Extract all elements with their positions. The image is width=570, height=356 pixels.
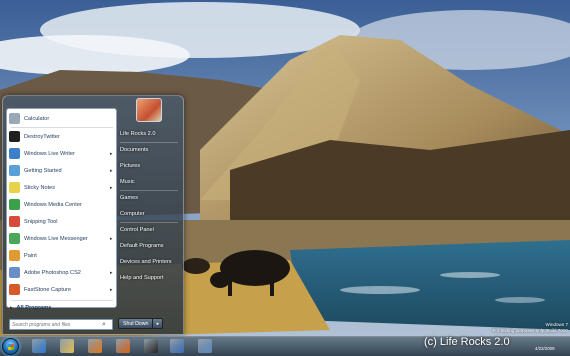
program-label: Windows Live Messenger [24, 235, 88, 242]
place-computer[interactable]: Computer [118, 207, 180, 221]
program-label: Sticky Notes [24, 184, 56, 191]
place-documents[interactable]: Documents [118, 143, 180, 157]
search-input[interactable] [12, 321, 102, 328]
media-player-icon[interactable] [88, 339, 102, 353]
destroytwitter-taskbar-icon[interactable] [144, 339, 158, 353]
copyright-watermark: (c) Life Rocks 2.0 [424, 336, 510, 348]
chevron-right-icon: ▸ [110, 286, 113, 293]
search-box[interactable]: ⌕ [9, 319, 113, 330]
programs-panel: Calculator DestroyTwitter Windows Live W… [6, 108, 117, 308]
program-adobe-photoshop-cs2[interactable]: Adobe Photoshop CS2 ▸ [9, 265, 115, 280]
user-picture[interactable] [136, 98, 162, 122]
chevron-right-icon: ▸ [110, 184, 113, 191]
place-user-folder[interactable]: Life Rocks 2.0 [118, 127, 180, 141]
ie-icon[interactable] [32, 339, 46, 353]
start-button[interactable] [2, 338, 19, 355]
program-windows-media-center[interactable]: Windows Media Center [9, 197, 115, 212]
place-music[interactable]: Music [118, 175, 180, 189]
program-label: Paint [24, 252, 37, 259]
divider [11, 127, 113, 128]
program-snipping-tool[interactable]: Snipping Tool [9, 214, 115, 229]
program-label: Windows Live Writer [24, 150, 75, 157]
program-destroytwitter[interactable]: DestroyTwitter [9, 129, 115, 144]
clock-date[interactable]: 4/22/2009 [535, 346, 555, 351]
place-help-and-support[interactable]: Help and Support [118, 271, 180, 285]
faststone-icon [9, 284, 20, 295]
program-label: Windows Media Center [24, 201, 82, 208]
program-label: Getting Started [24, 167, 62, 174]
snipping-tool-icon [9, 216, 20, 227]
program-label: DestroyTwitter [24, 133, 60, 140]
chevron-right-icon: ▸ [10, 305, 13, 311]
program-getting-started[interactable]: Getting Started ▸ [9, 163, 115, 178]
photoshop-icon [9, 267, 20, 278]
program-windows-live-writer[interactable]: Windows Live Writer ▸ [9, 146, 115, 161]
all-programs-button[interactable]: ▸ All Programs [10, 303, 114, 313]
build-watermark: Windows 7 For testing purposes only. Bui… [470, 322, 568, 334]
watermark-line: For testing purposes only. Build 7000 [492, 328, 568, 333]
place-devices-and-printers[interactable]: Devices and Printers [118, 255, 180, 269]
all-programs-label: All Programs [16, 305, 52, 311]
place-control-panel[interactable]: Control Panel [118, 223, 180, 237]
chevron-right-icon: ▸ [110, 235, 113, 242]
program-label: Adobe Photoshop CS2 [24, 269, 81, 276]
program-faststone-capture[interactable]: FastStone Capture ▸ [9, 282, 115, 297]
firefox-icon[interactable] [116, 339, 130, 353]
shutdown-button[interactable]: Shut Down [118, 318, 154, 329]
chevron-right-icon: ▸ [110, 269, 113, 276]
divider [11, 300, 113, 301]
messenger-icon [9, 233, 20, 244]
place-default-programs[interactable]: Default Programs [118, 239, 180, 253]
paint-icon [9, 250, 20, 261]
program-label: Snipping Tool [24, 218, 58, 225]
calculator-icon [9, 113, 20, 124]
chevron-right-icon: ▸ [110, 167, 113, 174]
search-icon[interactable]: ⌕ [102, 321, 106, 329]
paint-taskbar-icon[interactable] [198, 339, 212, 353]
media-center-icon [9, 199, 20, 210]
destroytwitter-icon [9, 131, 20, 142]
getting-started-icon [9, 165, 20, 176]
program-calculator[interactable]: Calculator [9, 111, 115, 126]
program-label: FastStone Capture [24, 286, 71, 293]
program-sticky-notes[interactable]: Sticky Notes ▸ [9, 180, 115, 195]
place-games[interactable]: Games [118, 191, 180, 205]
sticky-notes-icon [9, 182, 20, 193]
shutdown-group: Shut Down ▸ [118, 318, 164, 329]
shutdown-options-button[interactable]: ▸ [153, 318, 164, 329]
place-pictures[interactable]: Pictures [118, 159, 180, 173]
live-writer-taskbar-icon[interactable] [170, 339, 184, 353]
live-writer-icon [9, 148, 20, 159]
program-windows-live-messenger[interactable]: Windows Live Messenger ▸ [9, 231, 115, 246]
windows-logo-icon [8, 344, 14, 350]
program-paint[interactable]: Paint [9, 248, 115, 263]
explorer-icon[interactable] [60, 339, 74, 353]
program-label: Calculator [24, 115, 50, 122]
chevron-right-icon: ▸ [110, 150, 113, 157]
